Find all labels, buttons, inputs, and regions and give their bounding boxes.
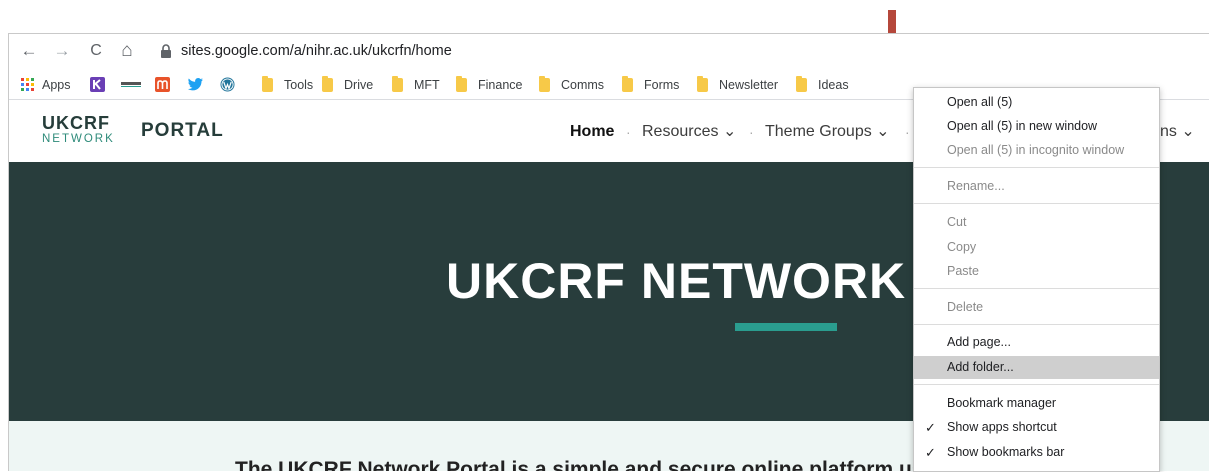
menu-separator xyxy=(914,288,1159,289)
forward-button[interactable]: → xyxy=(52,41,72,61)
chevron-down-icon: ⌄ xyxy=(876,123,890,140)
browser-toolbar: ← → C ⌂ sites.google.com/a/nihr.ac.uk/uk… xyxy=(9,34,1209,69)
menu-copy[interactable]: Copy xyxy=(914,236,1159,259)
nav-separator: · xyxy=(905,124,910,140)
menu-separator xyxy=(914,167,1159,168)
menu-item-label: Open all (5) xyxy=(947,95,1013,109)
portal-title[interactable]: PORTAL xyxy=(141,120,224,142)
bookmark-folder-label: Tools xyxy=(284,77,314,92)
nav-home[interactable]: Home xyxy=(570,122,614,142)
logo-text-bottom[interactable]: NETWORK xyxy=(42,133,115,145)
menu-item-label: Open all (5) in incognito window xyxy=(947,143,1125,157)
menu-show-bookmarks-bar[interactable]: ✓ Show bookmarks bar xyxy=(914,441,1159,464)
menu-item-label: Copy xyxy=(947,240,977,254)
apps-label: Apps xyxy=(42,77,71,92)
bookmark-folder-label: Drive xyxy=(344,77,374,92)
k-favicon-icon[interactable] xyxy=(90,77,105,92)
wordpress-icon[interactable] xyxy=(220,77,235,92)
hero-title: UKCRF NETWORK xyxy=(446,253,907,309)
nav-separator: · xyxy=(749,124,754,140)
address-bar[interactable]: sites.google.com/a/nihr.ac.uk/ukcrfn/hom… xyxy=(181,42,452,60)
menu-show-apps-shortcut[interactable]: ✓ Show apps shortcut xyxy=(914,416,1159,439)
menu-add-folder[interactable]: Add folder... xyxy=(914,356,1159,379)
menu-delete[interactable]: Delete xyxy=(914,296,1159,319)
logo-text-top[interactable]: UKCRF xyxy=(42,114,110,132)
bookmark-folder-label: Finance xyxy=(478,77,523,92)
menu-item-label: Rename... xyxy=(947,179,1005,193)
nav-partial-item[interactable]: ns ⌄ xyxy=(1160,122,1195,142)
bookmark-folder-tools[interactable]: Tools xyxy=(262,70,313,99)
menu-open-all-new-window[interactable]: Open all (5) in new window xyxy=(914,115,1159,138)
nav-theme-groups[interactable]: Theme Groups ⌄ xyxy=(765,122,890,142)
menu-rename[interactable]: Rename... xyxy=(914,175,1159,198)
home-button[interactable]: ⌂ xyxy=(117,41,137,61)
lock-icon xyxy=(161,44,171,58)
menu-item-label: Bookmark manager xyxy=(947,396,1057,410)
chevron-down-icon: ⌄ xyxy=(722,123,737,140)
bookmark-folder-newsletter[interactable]: Newsletter xyxy=(697,70,778,99)
folder-icon xyxy=(456,75,467,92)
menu-item-label: Show bookmarks bar xyxy=(947,445,1065,459)
menu-separator xyxy=(914,384,1159,385)
bookmark-context-menu: Open all (5) Open all (5) in new window … xyxy=(913,87,1160,472)
menu-bookmark-manager[interactable]: Bookmark manager xyxy=(914,392,1159,415)
menu-item-label: Paste xyxy=(947,264,979,278)
bookmark-folder-drive[interactable]: Drive xyxy=(322,70,373,99)
reload-button[interactable]: C xyxy=(86,41,106,61)
bookmark-folder-label: Newsletter xyxy=(719,77,779,92)
apps-grid-icon xyxy=(21,77,34,91)
menu-add-page[interactable]: Add page... xyxy=(914,331,1159,354)
menu-item-label: Cut xyxy=(947,215,967,229)
menu-open-all-incognito[interactable]: Open all (5) in incognito window xyxy=(914,139,1159,162)
folder-icon xyxy=(322,75,333,92)
menu-item-label: Open all (5) in new window xyxy=(947,119,1098,133)
folder-icon xyxy=(262,75,273,92)
twitter-icon[interactable] xyxy=(188,78,203,91)
menu-paste[interactable]: Paste xyxy=(914,260,1159,283)
back-button[interactable]: ← xyxy=(19,41,39,61)
folder-icon xyxy=(539,75,550,92)
bookmark-folder-label: MFT xyxy=(414,77,440,92)
bookmark-folder-label: Comms xyxy=(561,77,605,92)
folder-icon xyxy=(392,75,403,92)
apps-shortcut[interactable]: Apps xyxy=(21,70,71,99)
menu-cut[interactable]: Cut xyxy=(914,211,1159,234)
menu-separator xyxy=(914,324,1159,325)
bookmark-folder-comms[interactable]: Comms xyxy=(539,70,604,99)
folder-icon xyxy=(697,75,708,92)
bookmark-folder-finance[interactable]: Finance xyxy=(456,70,522,99)
nav-separator: · xyxy=(626,124,631,140)
menu-item-label: Delete xyxy=(947,300,984,314)
nav-theme-groups-label: Theme Groups xyxy=(765,123,872,140)
menu-item-label: Show apps shortcut xyxy=(947,420,1057,434)
m-favicon-icon[interactable] xyxy=(155,77,170,92)
checkmark-icon: ✓ xyxy=(925,420,936,435)
menu-open-all[interactable]: Open all (5) xyxy=(914,91,1159,114)
folder-icon xyxy=(796,75,807,92)
bookmark-folder-mft[interactable]: MFT xyxy=(392,70,440,99)
folder-icon xyxy=(622,75,633,92)
hero-underline xyxy=(735,323,837,331)
bookmark-folder-ideas[interactable]: Ideas xyxy=(796,70,849,99)
bookmark-folder-forms[interactable]: Forms xyxy=(622,70,679,99)
bookmark-folder-label: Forms xyxy=(644,77,680,92)
bookmark-folder-label: Ideas xyxy=(818,77,849,92)
nav-resources-label: Resources xyxy=(642,123,719,140)
menu-separator xyxy=(914,203,1159,204)
menu-item-label: Add page... xyxy=(947,335,1011,349)
ukcrf-favicon-icon[interactable] xyxy=(121,79,141,89)
nav-partial-label: ns xyxy=(1160,123,1177,140)
checkmark-icon: ✓ xyxy=(925,445,936,460)
menu-item-label: Add folder... xyxy=(947,360,1014,374)
nav-resources[interactable]: Resources ⌄ xyxy=(642,122,736,142)
chevron-down-icon: ⌄ xyxy=(1181,123,1195,140)
